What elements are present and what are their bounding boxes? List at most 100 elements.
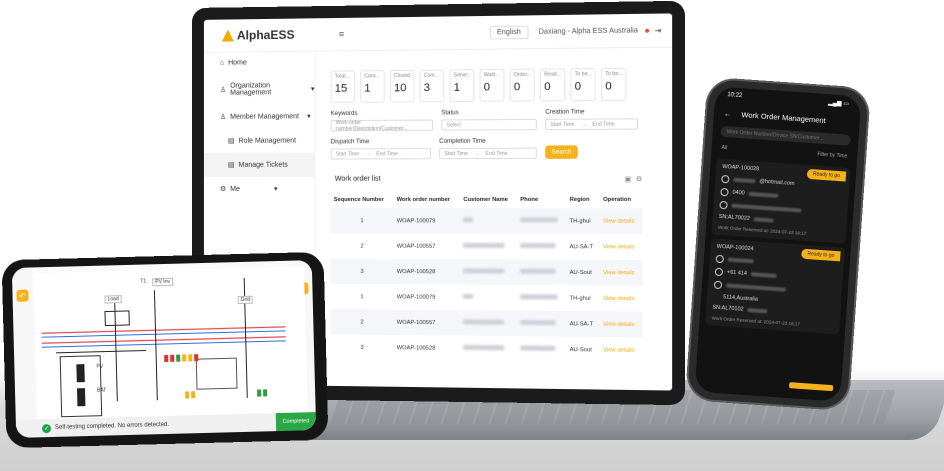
cell-customer (460, 285, 517, 311)
phone-bottom-button[interactable] (788, 382, 834, 392)
org-icon: ♙ (219, 86, 227, 94)
ticket-icon: ▤ (227, 161, 235, 169)
work-order-card[interactable]: WOAP-100028 Ready to go @hotmail.com 040… (711, 158, 851, 244)
sidebar-item-label: Home (228, 59, 247, 67)
chevron-down-icon: ▾ (310, 85, 315, 94)
table-row[interactable]: 1 WOAP-100079 TH-ghui View details (331, 284, 643, 312)
sidebar-item-organization[interactable]: ♙ Organization Management ▾ (204, 74, 315, 105)
cell-work-order: WOAP-100528 (393, 258, 461, 285)
sidebar-item-home[interactable]: ⌂ Home (204, 51, 315, 75)
view-details-link[interactable]: View details (599, 311, 643, 338)
notification-icon[interactable]: ● (644, 25, 650, 35)
table-row[interactable]: 1 WOAP-100079 TH-ghui View details (330, 208, 643, 235)
keywords-input[interactable]: Work order number/Description/Customer..… (330, 119, 433, 132)
card-sn-text: SN:AL70102 (712, 304, 744, 313)
stat-label: Total... (334, 73, 350, 80)
sidebar-item-label: Member Management (230, 112, 300, 121)
cell-region: AU-Sout (569, 346, 592, 353)
logo-mark-icon (221, 29, 234, 42)
cell-customer (460, 336, 517, 362)
sidebar-item-tickets[interactable]: ▤ Manage Tickets (203, 152, 315, 177)
card-phone-prefix: +61 414 (726, 269, 748, 277)
phone-icon (720, 187, 729, 197)
cell-customer (460, 259, 518, 285)
arrow-right-icon: → (580, 121, 587, 128)
sidebar-item-label: Manage Tickets (238, 161, 288, 169)
sidebar-item-member[interactable]: ♙ Member Management ▾ (204, 104, 315, 129)
column-header: Operation (603, 196, 632, 203)
cell-work-order: WOAP-100528 (396, 344, 436, 352)
stat-card[interactable]: Canc... 1 (360, 70, 385, 103)
creation-time-range[interactable]: Start Time → End Time (545, 118, 639, 131)
card-phone-prefix: 0400 (732, 189, 745, 197)
stat-label: Com... (423, 72, 439, 79)
start-time-placeholder: Start Time (550, 121, 575, 128)
cell-phone (517, 259, 567, 286)
back-arrow-icon[interactable]: ← (724, 109, 732, 119)
menu-icon[interactable]: ≡ (339, 29, 344, 39)
list-tools: ▣⚙ (624, 175, 646, 183)
table-row[interactable]: 3 WOAP-100528 AU-Sout View details (331, 334, 643, 363)
stat-card[interactable]: Com... 3 (419, 69, 445, 103)
table-row[interactable]: 3 WOAP-100528 AU-Sout View details (330, 258, 643, 286)
column-header: Sequence Number (333, 196, 384, 203)
view-details-link[interactable]: View details (599, 259, 643, 286)
column-header: Work order number (396, 196, 451, 203)
back-icon[interactable]: ↶ (16, 289, 29, 302)
settings-icon[interactable]: ⚙ (636, 176, 647, 183)
stat-label: Canc... (364, 73, 381, 80)
filter-all[interactable]: All (721, 145, 727, 151)
view-details-link[interactable]: View details (599, 208, 643, 235)
view-details-link[interactable]: View details (600, 285, 642, 311)
stat-card[interactable]: To be... 0 (570, 68, 596, 102)
completed-button[interactable]: Completed (275, 412, 317, 432)
filter-by-time[interactable]: Filter by Time (817, 152, 847, 160)
card-sn-text: SN:AL70022 (718, 213, 751, 222)
stat-card[interactable]: Order... 0 (509, 68, 535, 102)
status-group: Status Select (441, 110, 537, 131)
list-title: Work order list (334, 175, 381, 183)
stat-card[interactable]: Total... 15 (330, 70, 356, 103)
table-row[interactable]: 2 WOAP-100557 AU-SA-T View details (330, 309, 643, 338)
signal-battery-icon: ▂▄▆ ▭ (827, 100, 850, 108)
work-order-list-header: Work order list ▣⚙ (335, 175, 662, 184)
logo-text: AlphaESS (236, 27, 295, 43)
status-select[interactable]: Select (441, 118, 537, 131)
stat-card[interactable]: Serve... 1 (449, 69, 475, 103)
email-icon (721, 174, 730, 184)
language-select[interactable]: English (489, 25, 529, 39)
stat-value: 0 (483, 81, 491, 94)
search-button[interactable]: Search (545, 145, 578, 159)
sidebar-item-me[interactable]: ⚙ Me ▾ (204, 177, 315, 201)
user-icon (715, 254, 725, 264)
cell-region: AU-SA-T (569, 243, 594, 250)
view-details-link[interactable]: View details (600, 234, 642, 260)
user-menu[interactable]: Daxiang - Alpha ESS Australia (539, 27, 638, 35)
wiring-diagram (33, 266, 308, 424)
cell-region: AU-SA-T (566, 310, 600, 337)
stat-card[interactable]: Waiti... 0 (479, 68, 505, 102)
stat-label: Waiti... (483, 72, 500, 79)
status-badge: Ready to go (801, 248, 841, 262)
table-row[interactable]: 2 WOAP-100557 AU-SA-T View details (331, 233, 643, 260)
stat-value: 3 (423, 81, 431, 95)
phone-title: Work Order Management (741, 110, 827, 126)
t1-label: T1 (140, 278, 147, 285)
phone: 10:22 ▂▄▆ ▭ ← Work Order Management Work… (687, 78, 869, 410)
sidebar-item-role[interactable]: ▤ Role Management (204, 128, 315, 153)
stat-card[interactable]: Closed 10 (389, 69, 415, 103)
dispatch-time-range[interactable]: Start Time → End Time (330, 148, 431, 160)
stat-card[interactable]: Read... 0 (539, 68, 566, 102)
tablet-screen: ↶ ≡ › (11, 260, 317, 438)
stat-card[interactable]: To be... 0 (600, 67, 627, 101)
creation-time-label: Creation Time (545, 109, 585, 116)
column-header: Region (569, 196, 590, 203)
arrow-right-icon: → (365, 150, 371, 157)
cell-seq: 1 (360, 293, 364, 300)
logout-icon[interactable]: ⇥ (654, 25, 661, 34)
view-details-link[interactable]: View details (600, 337, 642, 363)
work-order-card[interactable]: WOAP-100024 Ready to go +61 414 5114,Aus… (705, 238, 845, 335)
completion-time-range[interactable]: Start Time → End Time (439, 147, 537, 160)
export-icon[interactable]: ▣ (624, 176, 635, 183)
member-icon: ♙ (219, 113, 227, 121)
